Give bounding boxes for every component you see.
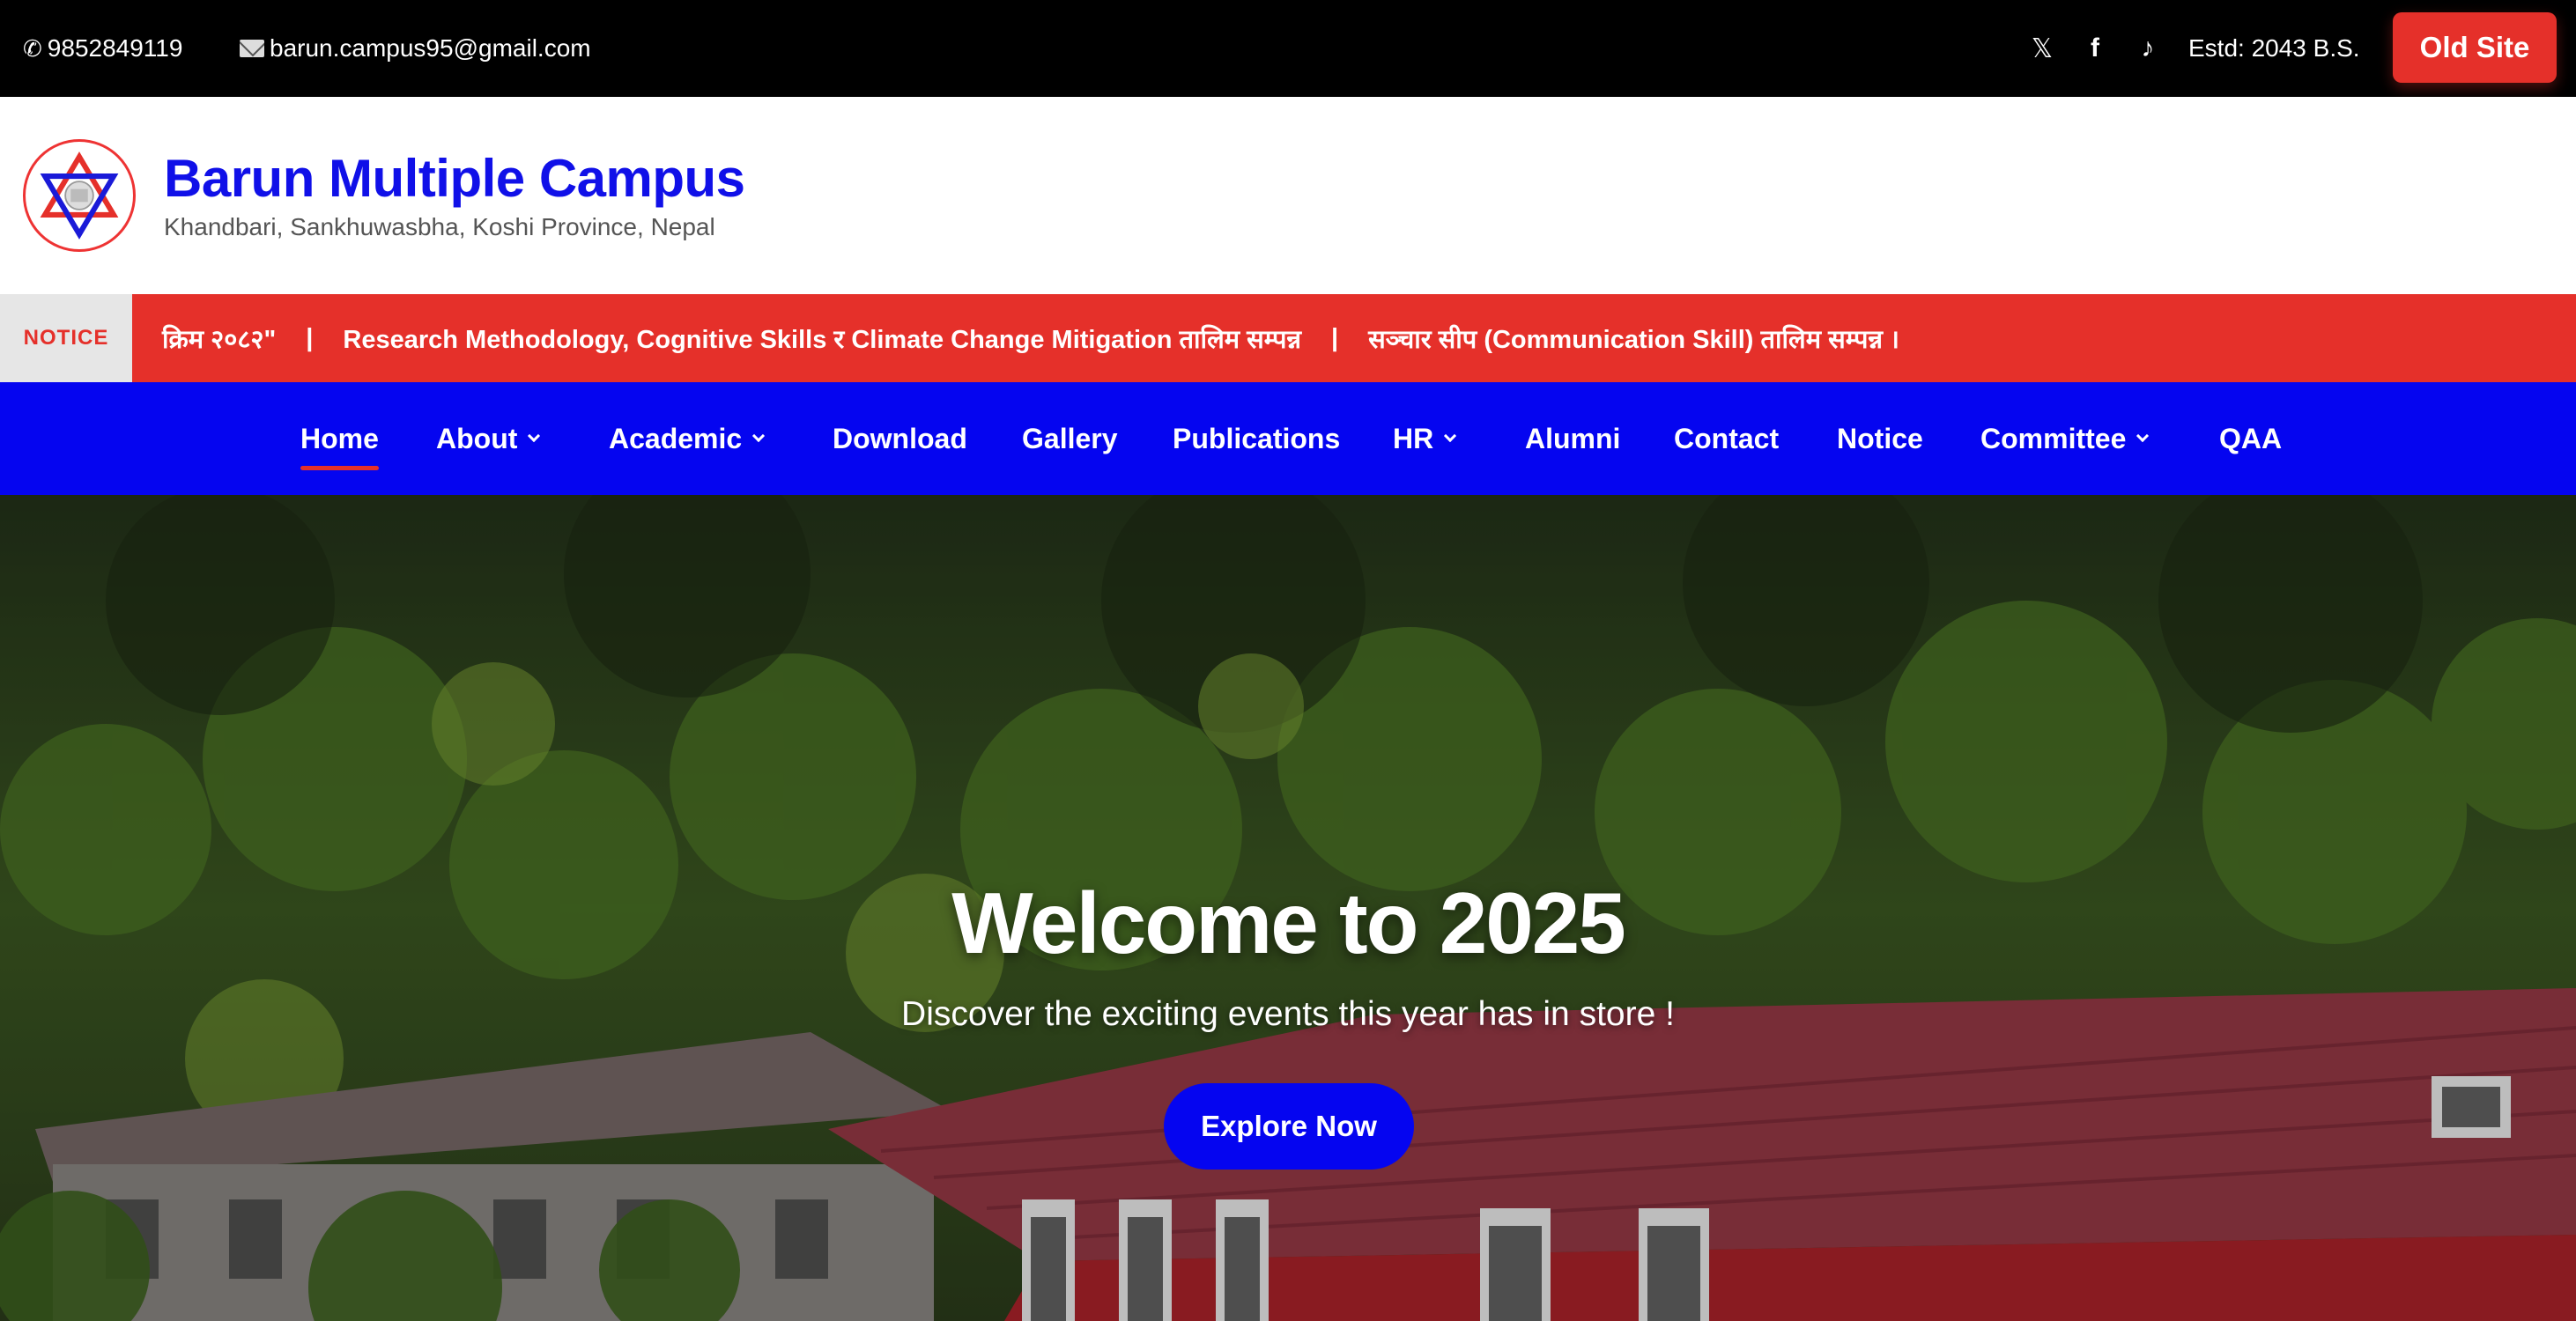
tiktok-icon[interactable]: ♪ (2130, 0, 2165, 97)
hero-title: Welcome to 2025 (951, 875, 1625, 971)
nav-label: Contact (1674, 422, 1780, 454)
notice-ticker: क्रिम २०८२" | Research Methodology, Cogn… (162, 294, 1899, 382)
nav-item-committee[interactable]: Committee (1980, 382, 2150, 495)
site-title[interactable]: Barun Multiple Campus (164, 148, 745, 209)
main-nav: Home About Academic Download Gallery Pub… (0, 382, 2576, 495)
nav-label: Academic (609, 422, 743, 454)
nav-item-contact[interactable]: Contact (1674, 382, 1779, 495)
notice-label: NOTICE (0, 294, 132, 382)
campus-logo[interactable] (23, 139, 136, 252)
email-address: barun.campus95@gmail.com (270, 34, 591, 62)
nav-label: Publications (1173, 422, 1341, 454)
nav-label: Committee (1980, 422, 2127, 454)
site-header: Barun Multiple Campus Khandbari, Sankhuw… (0, 97, 2576, 294)
nav-item-home[interactable]: Home (300, 382, 379, 495)
phone-contact[interactable]: ✆ 9852849119 (23, 0, 182, 97)
nav-item-gallery[interactable]: Gallery (1022, 382, 1118, 495)
explore-now-button[interactable]: Explore Now (1164, 1083, 1414, 1170)
phone-number: 9852849119 (47, 34, 183, 62)
nav-item-hr[interactable]: HR (1393, 382, 1457, 495)
nav-item-academic[interactable]: Academic (609, 382, 766, 495)
chevron-down-icon (1444, 429, 1457, 443)
nav-item-alumni[interactable]: Alumni (1525, 382, 1620, 495)
nav-label: HR (1393, 422, 1434, 454)
mail-icon (240, 40, 264, 57)
nav-item-qaa[interactable]: QAA (2219, 382, 2282, 495)
nav-label: Alumni (1525, 422, 1621, 454)
nav-item-publications[interactable]: Publications (1173, 382, 1340, 495)
facebook-icon[interactable]: f (2077, 0, 2113, 97)
nav-item-notice[interactable]: Notice (1837, 382, 1923, 495)
notice-item[interactable]: सञ्चार सीप (Communication Skill) तालिम स… (1368, 321, 1899, 356)
hero-subtitle: Discover the exciting events this year h… (901, 995, 1675, 1033)
nav-label: Gallery (1022, 422, 1118, 454)
nav-label: Notice (1837, 422, 1923, 454)
established-text: Estd: 2043 B.S. (2188, 34, 2360, 62)
chevron-down-icon (528, 429, 541, 443)
site-subtitle: Khandbari, Sankhuwasbha, Koshi Province,… (164, 213, 715, 240)
x-icon[interactable]: 𝕏 (2025, 0, 2060, 97)
chevron-down-icon (2136, 429, 2150, 443)
email-contact[interactable]: barun.campus95@gmail.com (240, 0, 591, 97)
nav-label: Download (833, 422, 967, 454)
notice-item[interactable]: क्रिम २०८२" (162, 321, 276, 356)
nav-label: About (436, 422, 518, 454)
old-site-button[interactable]: Old Site (2393, 12, 2557, 83)
phone-icon: ✆ (23, 34, 42, 62)
notice-item[interactable]: Research Methodology, Cognitive Skills र… (343, 321, 1301, 356)
nav-item-about[interactable]: About (436, 382, 541, 495)
logo-emblem (40, 151, 119, 240)
nav-item-download[interactable]: Download (833, 382, 967, 495)
top-bar: ✆ 9852849119 barun.campus95@gmail.com 𝕏 … (0, 0, 2576, 97)
notice-separator: | (306, 323, 314, 352)
hero-banner: Welcome to 2025 Discover the exciting ev… (0, 495, 2576, 1321)
notice-separator: | (1330, 323, 1339, 352)
chevron-down-icon (752, 429, 766, 443)
nav-label: Home (300, 422, 379, 454)
notice-bar: NOTICE क्रिम २०८२" | Research Methodolog… (0, 294, 2576, 382)
nav-label: QAA (2219, 422, 2283, 454)
